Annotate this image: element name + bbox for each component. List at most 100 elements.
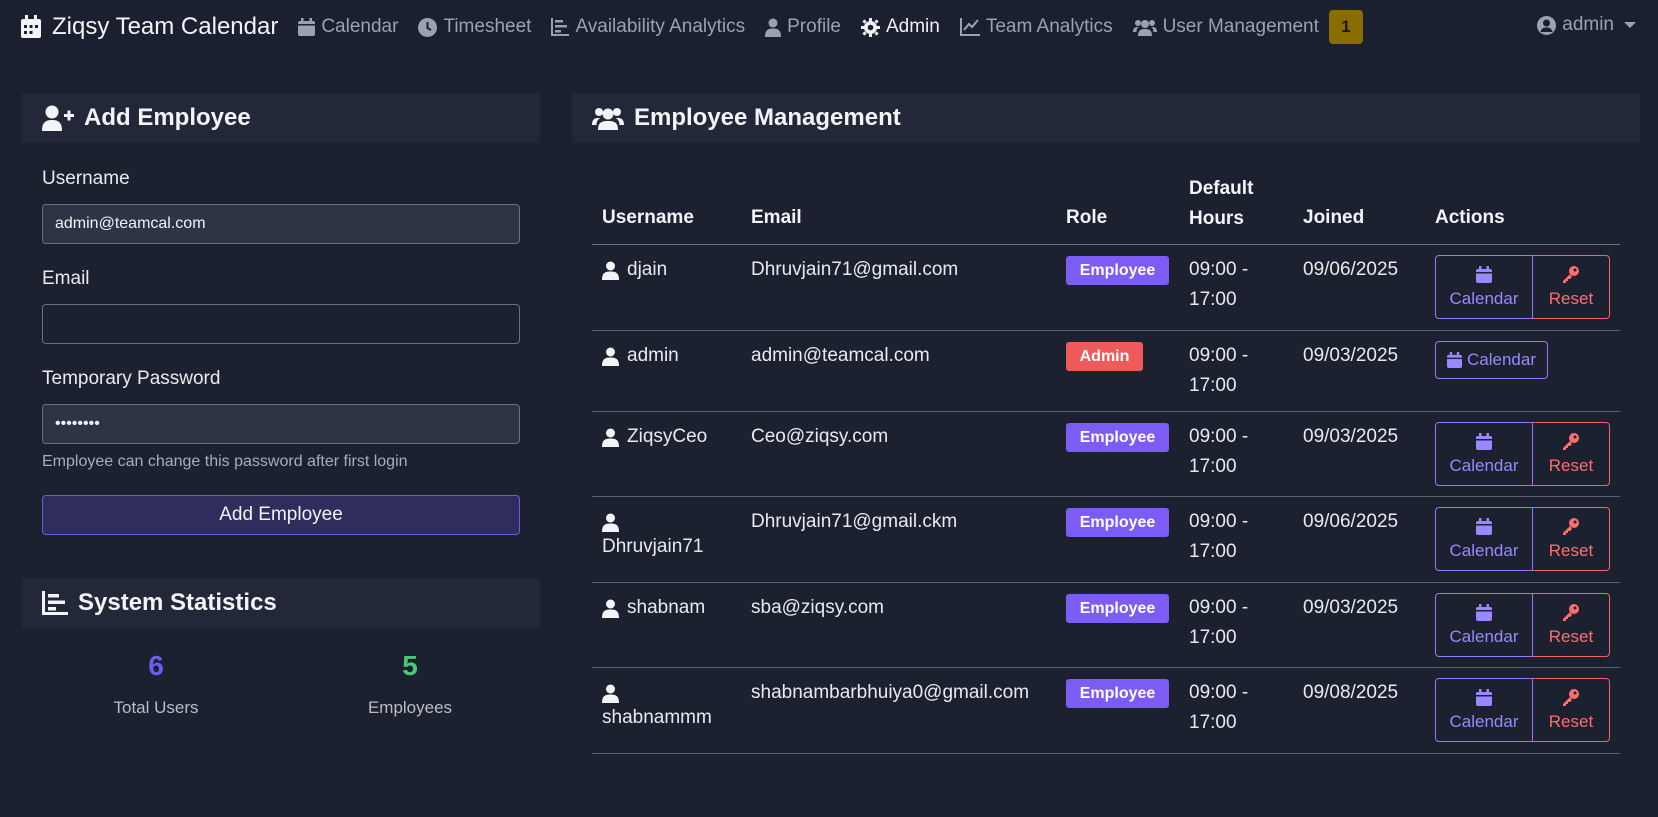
system-statistics-header: System Statistics xyxy=(22,578,540,628)
bar-chart-icon xyxy=(42,591,68,615)
role-badge: Employee xyxy=(1066,256,1169,285)
navbar: Ziqsy Team Calendar Calendar Timesheet A… xyxy=(0,0,1658,54)
nav-profile-label: Profile xyxy=(787,16,841,37)
nav-user-management[interactable]: User Management xyxy=(1132,16,1319,38)
username-text: admin xyxy=(627,345,679,366)
key-icon xyxy=(1563,433,1579,450)
user-icon xyxy=(602,261,619,280)
reset-button-label: Reset xyxy=(1548,289,1594,308)
user-menu[interactable]: admin xyxy=(1537,14,1636,36)
calendar-button-label: Calendar xyxy=(1449,540,1519,560)
reset-button[interactable]: Reset xyxy=(1533,422,1610,486)
reset-button[interactable]: Reset xyxy=(1533,678,1610,742)
reset-button[interactable]: Reset xyxy=(1533,593,1610,657)
role-badge: Employee xyxy=(1066,508,1169,537)
table-row-username: ZiqsyCeo xyxy=(602,422,707,452)
calendar-button-label: Calendar xyxy=(1449,711,1519,731)
row-actions: Calendar Reset xyxy=(1435,593,1610,657)
table-row-joined: 09/03/2025 xyxy=(1303,597,1399,618)
reset-button-label: Reset xyxy=(1548,627,1594,646)
role-badge: Employee xyxy=(1066,594,1169,623)
reset-button-label: Reset xyxy=(1548,456,1594,475)
role-badge: Employee xyxy=(1066,423,1169,452)
table-row-email: shabnambarbhuiya0@gmail.com xyxy=(751,682,1030,703)
row-divider xyxy=(592,667,1620,668)
add-employee-header: Add Employee xyxy=(22,93,540,143)
table-row-username: shabnammm xyxy=(602,678,712,733)
row-actions: Calendar Reset xyxy=(1435,255,1610,319)
user-menu-label: admin xyxy=(1562,14,1614,35)
username-input[interactable] xyxy=(42,204,520,244)
username-text: djain xyxy=(627,259,668,280)
email-label: Email xyxy=(42,268,90,289)
calendar-button[interactable]: Calendar xyxy=(1435,678,1533,742)
username-text: shabnam xyxy=(627,597,706,618)
add-employee-title: Add Employee xyxy=(84,104,251,131)
notification-badge[interactable]: 1 xyxy=(1328,10,1363,44)
stat-employees: 5 Employees xyxy=(290,650,530,718)
username-text: ZiqsyCeo xyxy=(627,426,708,447)
chevron-down-icon xyxy=(1624,22,1636,28)
column-header-role: Role xyxy=(1066,207,1108,228)
nav-availability-label: Availability Analytics xyxy=(575,16,746,37)
table-row-email: Ceo@ziqsy.com xyxy=(751,426,889,447)
user-icon xyxy=(602,513,619,532)
key-icon xyxy=(1563,689,1579,706)
nav-admin[interactable]: Admin xyxy=(860,16,940,38)
add-employee-card: Add Employee Username Email Temporary Pa… xyxy=(22,93,540,556)
employees-value: 5 xyxy=(402,650,418,681)
table-row-joined: 09/06/2025 xyxy=(1303,259,1399,280)
user-icon xyxy=(602,428,619,447)
nav-timesheet[interactable]: Timesheet xyxy=(418,16,531,38)
employee-management-header: Employee Management xyxy=(572,93,1640,143)
table-row-joined: 09/03/2025 xyxy=(1303,345,1399,366)
calendar-button[interactable]: Calendar xyxy=(1435,507,1533,571)
calendar-button[interactable]: Calendar xyxy=(1435,255,1533,319)
email-input[interactable] xyxy=(42,304,520,344)
calendar-icon xyxy=(1447,352,1462,368)
reset-button[interactable]: Reset xyxy=(1533,507,1610,571)
nav-availability-analytics[interactable]: Availability Analytics xyxy=(551,16,745,38)
table-row-email: Dhruvjain71@gmail.com xyxy=(751,259,959,280)
total-users-label: Total Users xyxy=(113,698,199,717)
table-row-joined: 09/03/2025 xyxy=(1303,426,1399,447)
table-row-username: shabnam xyxy=(602,593,705,623)
nav-profile[interactable]: Profile xyxy=(765,16,841,38)
nav-team-analytics-label: Team Analytics xyxy=(985,16,1113,37)
brand-title: Ziqsy Team Calendar xyxy=(52,13,279,40)
user-circle-icon xyxy=(1537,15,1557,35)
brand[interactable]: Ziqsy Team Calendar xyxy=(20,13,278,41)
row-divider xyxy=(592,330,1620,331)
employee-management-title: Employee Management xyxy=(634,104,901,131)
calendar-button[interactable]: Calendar xyxy=(1435,422,1533,486)
column-header-default-hours: Default Hours xyxy=(1189,178,1254,229)
calendar-button-label: Calendar xyxy=(1449,626,1519,646)
table-row-username: djain xyxy=(602,255,667,285)
nav-user-management-label: User Management xyxy=(1162,16,1319,37)
nav-timesheet-label: Timesheet xyxy=(443,16,532,37)
user-plus-icon xyxy=(42,105,74,131)
reset-button-label: Reset xyxy=(1548,541,1594,560)
calendar-button[interactable]: Calendar xyxy=(1435,593,1533,657)
nav-calendar[interactable]: Calendar xyxy=(298,16,398,38)
calendar-icon xyxy=(1476,432,1492,450)
system-statistics-title: System Statistics xyxy=(78,589,277,616)
password-input[interactable] xyxy=(42,404,520,444)
bar-chart-icon xyxy=(551,18,570,36)
system-statistics-card: System Statistics 6 Total Users 5 Employ… xyxy=(22,578,540,746)
table-row-joined: 09/06/2025 xyxy=(1303,511,1399,532)
calendar-button[interactable]: Calendar xyxy=(1435,341,1548,379)
nav-admin-label: Admin xyxy=(885,16,940,37)
calendar-icon xyxy=(1476,603,1492,621)
calendar-icon xyxy=(21,15,41,38)
nav-team-analytics[interactable]: Team Analytics xyxy=(959,16,1113,38)
add-employee-button[interactable]: Add Employee xyxy=(42,495,520,535)
row-divider xyxy=(592,582,1620,583)
row-actions: Calendar Reset xyxy=(1435,507,1610,571)
column-header-actions: Actions xyxy=(1435,207,1505,228)
reset-button[interactable]: Reset xyxy=(1533,255,1610,319)
password-label: Temporary Password xyxy=(42,368,221,389)
reset-button-label: Reset xyxy=(1548,712,1594,731)
calendar-icon xyxy=(1476,688,1492,706)
table-row-hours: 09:00 - 17:00 xyxy=(1189,426,1249,477)
